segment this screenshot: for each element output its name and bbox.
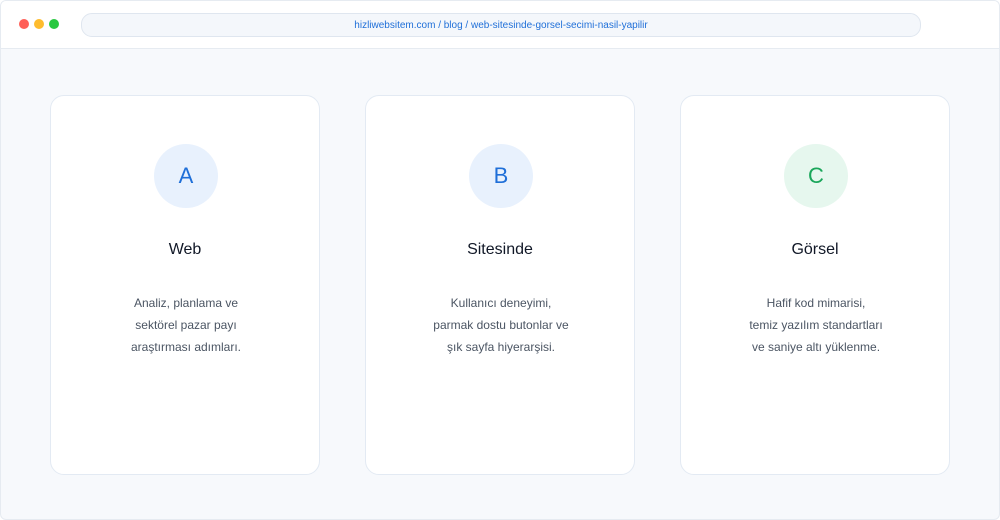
close-window-icon[interactable]: [19, 19, 29, 29]
card-description-line: Analiz, planlama ve: [133, 296, 239, 310]
card-badge-letter: B: [493, 163, 509, 188]
browser-titlebar: hizliwebsitem.com / blog / web-sitesinde…: [1, 1, 999, 49]
feature-card-gorsel: C Görsel Hafif kod mimarisi, temiz yazıl…: [680, 95, 950, 475]
feature-card-sitesinde: B Sitesinde Kullanıcı deneyimi, parmak d…: [365, 95, 635, 475]
card-description-line: temiz yazılım standartları: [749, 318, 883, 332]
card-badge-letter: C: [808, 163, 824, 188]
card-description-line: şık sayfa hiyerarşisi.: [446, 340, 556, 354]
card-description-line: Hafif kod mimarisi,: [766, 296, 866, 310]
card-title: Sitesinde: [467, 241, 533, 258]
feature-card-web: A Web Analiz, planlama ve sektörel pazar…: [50, 95, 320, 475]
card-description-line: ve saniye altı yüklenme.: [751, 340, 881, 354]
card-badge: C: [784, 144, 848, 208]
card-description-line: Kullanıcı deneyimi,: [450, 296, 552, 310]
card-title: Görsel: [791, 241, 839, 258]
card-badge: B: [469, 144, 533, 208]
card-description-line: araştırması adımları.: [130, 340, 242, 354]
card-description: Hafif kod mimarisi, temiz yazılım standa…: [701, 292, 931, 358]
minimize-window-icon[interactable]: [34, 19, 44, 29]
address-bar[interactable]: hizliwebsitem.com / blog / web-sitesinde…: [81, 13, 921, 37]
card-badge-letter: A: [178, 163, 194, 188]
address-bar-url: hizliwebsitem.com / blog / web-sitesinde…: [354, 19, 648, 31]
maximize-window-icon[interactable]: [49, 19, 59, 29]
card-title: Web: [168, 241, 202, 258]
card-description-line: sektörel pazar payı: [135, 318, 237, 332]
card-description: Analiz, planlama ve sektörel pazar payı …: [71, 292, 301, 358]
card-description-line: parmak dostu butonlar ve: [433, 318, 569, 332]
card-badge: A: [154, 144, 218, 208]
card-description: Kullanıcı deneyimi, parmak dostu butonla…: [386, 292, 616, 358]
browser-window: hizliwebsitem.com / blog / web-sitesinde…: [0, 0, 1000, 520]
